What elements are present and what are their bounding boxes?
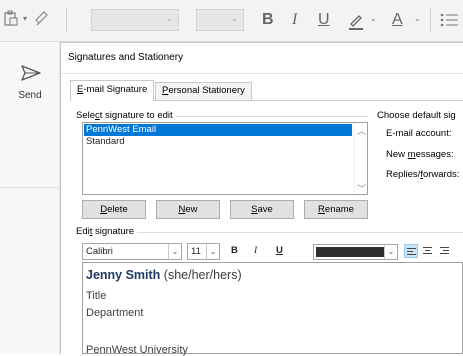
font-size-box[interactable]: ⌄ [196, 9, 244, 31]
font-size-select[interactable]: 11 ⌄ [187, 243, 220, 260]
choose-default-label: Choose default sig [377, 110, 456, 121]
send-label: Send [18, 90, 42, 101]
new-button[interactable]: New [156, 200, 220, 219]
btn-accel: R [318, 204, 325, 215]
highlight-dropdown-icon[interactable]: ⌄ [370, 14, 377, 23]
tab-personal-stationery[interactable]: Personal Stationery [155, 82, 252, 100]
bold-button[interactable]: B [262, 9, 274, 31]
label-text: Edi [76, 226, 90, 237]
chevron-down-icon: ⌄ [384, 245, 397, 259]
ribbon-separator [430, 8, 431, 32]
highlighter-icon[interactable] [347, 12, 365, 35]
btn-label: ew [185, 204, 198, 215]
label-text: t signature to edit [99, 110, 173, 121]
tab-label: ersonal Stationery [168, 85, 245, 96]
rename-button[interactable]: Rename [304, 200, 368, 219]
send-button[interactable]: Send [0, 56, 60, 112]
label-text: Replies/ [386, 169, 421, 180]
signature-name: Jenny Smith (she/her/hers) [86, 268, 242, 282]
btn-label: ename [324, 204, 354, 215]
signature-item-pennwest[interactable]: PennWest Email [84, 124, 352, 136]
align-left-button[interactable] [404, 244, 418, 258]
label-text: essages: [415, 149, 454, 160]
align-center-button[interactable] [421, 244, 435, 258]
edit-signature-label: Edit signature [76, 226, 138, 237]
name-text: Jenny Smith [86, 268, 161, 282]
label-text: orwards: [422, 169, 460, 180]
chevron-down-icon: ⌄ [231, 14, 238, 23]
save-button[interactable]: Save [230, 200, 294, 219]
signature-department: Department [86, 307, 144, 319]
chevron-down-icon: ⌄ [166, 14, 173, 23]
paste-icon[interactable] [4, 10, 18, 31]
group-line [82, 232, 463, 233]
send-icon [20, 64, 42, 82]
scroll-down-icon[interactable]: ﹀ [357, 182, 366, 195]
email-account-label: E-mail account: [386, 128, 452, 139]
left-separator [0, 187, 60, 188]
select-signature-label: Select signature to edit [76, 110, 176, 121]
signature-item-standard[interactable]: Standard [84, 136, 127, 148]
font-color-dropdown-icon[interactable]: ⌄ [414, 14, 421, 23]
dialog-title: Signatures and Stationery [68, 52, 184, 63]
label-text: Sele [76, 110, 96, 121]
font-select[interactable]: Calibri ⌄ [82, 243, 182, 260]
btn-label: elete [107, 204, 128, 215]
edit-bold-button[interactable]: B [231, 244, 238, 258]
font-value: Calibri [86, 246, 113, 257]
label-text: signature [92, 226, 135, 237]
chevron-down-icon: ⌄ [206, 244, 219, 259]
underline-button[interactable]: U [318, 9, 330, 31]
font-color-button[interactable]: A [392, 9, 403, 31]
btn-label: ave [257, 204, 273, 215]
edit-italic-button[interactable]: I [254, 244, 257, 258]
signature-title: Title [86, 290, 107, 302]
chevron-down-icon: ⌄ [168, 244, 181, 259]
edit-underline-button[interactable]: U [276, 244, 283, 258]
bullets-icon[interactable] [440, 12, 458, 33]
label-accel: m [407, 149, 416, 160]
paste-dropdown-icon[interactable]: ▾ [23, 14, 27, 23]
font-color-select[interactable]: ⌄ [313, 244, 398, 260]
delete-button[interactable]: Delete [82, 200, 146, 219]
label-text: New [386, 149, 408, 160]
signature-organization: PennWest University [86, 344, 188, 356]
size-value: 11 [191, 246, 201, 257]
title-divider [61, 73, 463, 74]
font-color-swatch [316, 247, 384, 257]
scroll-up-icon[interactable]: ︿ [357, 124, 366, 137]
align-right-button[interactable] [438, 244, 452, 258]
italic-button[interactable]: I [292, 9, 297, 31]
tab-email-signature[interactable]: E-mail Signature [70, 80, 155, 101]
format-painter-icon[interactable] [34, 10, 50, 31]
ribbon-separator [66, 8, 67, 32]
font-name-box[interactable]: ⌄ [91, 9, 179, 31]
pronoun-text: (she/her/hers) [160, 268, 242, 282]
tab-label: -mail Signature [83, 84, 148, 95]
new-messages-label: New messages: [386, 149, 454, 160]
replies-forwards-label: Replies/forwards: [386, 169, 459, 180]
